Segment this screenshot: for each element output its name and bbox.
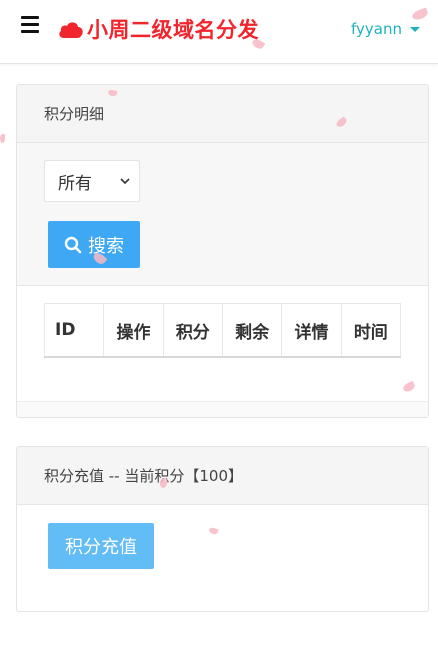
column-header[interactable]: 剩余 — [221, 303, 283, 358]
petal-decoration — [0, 134, 5, 143]
hamburger-menu-icon[interactable] — [21, 16, 39, 34]
top-navbar: 小周二级域名分发 fyyann — [0, 0, 438, 64]
brand[interactable]: 小周二级域名分发 — [57, 14, 259, 44]
recharge-panel: 积分充值 -- 当前积分【100】 积分充值 — [16, 446, 429, 612]
filter-form: 所有 搜索 — [17, 143, 428, 286]
points-detail-header: 积分明细 — [17, 85, 428, 143]
panel-footer — [17, 401, 428, 417]
chevron-down-icon — [120, 178, 130, 185]
column-header[interactable]: 积分 — [162, 303, 223, 358]
search-icon — [64, 236, 82, 253]
recharge-header: 积分充值 -- 当前积分【100】 — [17, 447, 428, 505]
site-title: 小周二级域名分发 — [87, 18, 259, 42]
search-button[interactable]: 搜索 — [48, 221, 140, 268]
column-header[interactable]: 操作 — [103, 303, 164, 358]
recharge-button[interactable]: 积分充值 — [48, 523, 154, 569]
cloud-icon — [59, 22, 83, 38]
type-filter-value: 所有 — [58, 173, 92, 194]
username: fyyann — [351, 20, 402, 38]
table-header-row: ID 操作 积分 剩余 详情 时间 — [43, 303, 402, 358]
points-table: ID 操作 积分 剩余 详情 时间 — [43, 303, 402, 358]
column-header[interactable]: 时间 — [340, 303, 402, 358]
column-header[interactable]: ID — [43, 303, 105, 358]
user-dropdown[interactable]: fyyann — [351, 20, 420, 38]
type-filter-select[interactable]: 所有 — [44, 160, 140, 202]
points-detail-panel: 积分明细 所有 搜索 ID 操作 积分 剩余 详情 时间 — [16, 84, 429, 418]
caret-down-icon — [410, 26, 420, 32]
column-header[interactable]: 详情 — [281, 303, 342, 358]
